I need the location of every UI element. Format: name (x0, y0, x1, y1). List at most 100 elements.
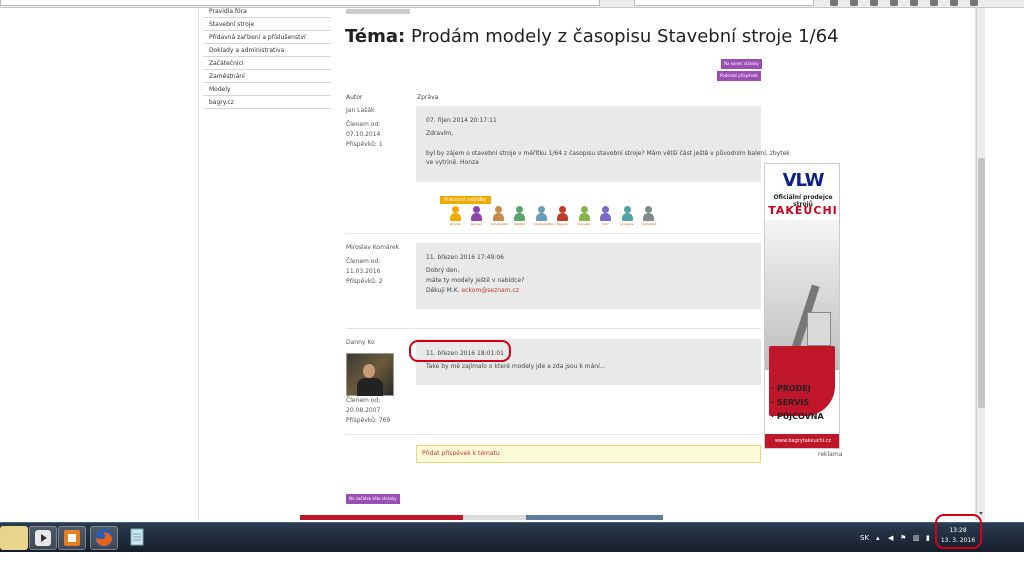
menu-item-jobs[interactable]: Zaměstnání (203, 70, 331, 83)
windows-taskbar: SK ▴ ◀ ⚑ ▥ ▮ 13:28 13. 3. 2016 (0, 522, 1024, 552)
post-text-line: ve vytrině. Honza (426, 159, 479, 166)
avatar-shirt (357, 378, 383, 396)
menu-item-models[interactable]: Modely (203, 83, 331, 96)
job-figure-icon[interactable]: servisní (470, 206, 484, 226)
author-name[interactable]: Danny Ko (346, 338, 375, 348)
post-text-line: Také by mě zajímalo o které modely jde a… (426, 363, 606, 370)
menu-icon[interactable] (970, 0, 978, 6)
footer-banner-red (300, 515, 463, 520)
go-to-top-button[interactable]: Na začátek této stránky (346, 494, 400, 504)
member-since-date: 20.08.2007 (346, 407, 381, 414)
job-figure-head (473, 206, 480, 213)
menu-item-bagry[interactable]: bagry.cz (203, 96, 331, 109)
bookmarks-icon[interactable] (850, 0, 858, 6)
job-figure-label: řidič (602, 222, 609, 226)
firefox-button[interactable] (90, 526, 118, 550)
job-figure-head (602, 206, 609, 213)
posts-count: Příspěvků: 2 (346, 278, 383, 285)
bookmark-star-icon[interactable] (830, 0, 838, 6)
job-figure-head (451, 206, 459, 213)
go-to-end-button[interactable]: Na konec stránky (721, 59, 762, 69)
web-page: Pravidla fóra Stavební stroje Přídavná z… (0, 8, 976, 520)
member-since-date: 07.10.2014 (346, 131, 381, 138)
job-offers-banner[interactable]: Pracovní nabídky strojník servisní konstru… (440, 196, 662, 230)
job-figure-body (578, 213, 590, 221)
job-figure-head (537, 206, 545, 213)
menu-item-documents[interactable]: Doklady a administrativa (203, 44, 331, 57)
network-icon[interactable]: ▥ (913, 523, 920, 553)
firefox-icon (95, 529, 113, 547)
job-figure-icon[interactable]: řidič (599, 206, 613, 226)
job-figure-icon[interactable]: konstruktér (491, 206, 509, 226)
member-since-label: Členem od: (346, 121, 381, 128)
menu-item-beginners[interactable]: Začátečníci (203, 57, 331, 70)
author-name[interactable]: Jan Lašák (346, 106, 383, 116)
job-figure-body (449, 213, 461, 221)
post-reply-button[interactable]: Podeslat příspěvek (717, 71, 761, 81)
page-scrollbar[interactable] (976, 8, 985, 520)
address-bar[interactable] (0, 0, 600, 6)
job-figure-label: prodejce (620, 222, 634, 226)
notepad-button[interactable] (123, 526, 151, 550)
member-since-date: 11.03.2016 (346, 268, 381, 275)
job-figure-icon[interactable]: strojník (448, 206, 462, 226)
post-text-sign: Děkuji M.K. (426, 287, 462, 294)
job-figure-body (492, 213, 504, 221)
advertisement-banner[interactable]: VLW Oficiální prodejce strojů TAKEUCHI ·… (764, 163, 840, 449)
post-date: 07. říjen 2014 20:17:11 (426, 117, 497, 124)
post-text-line: máte ty modely ještě v nabídce? (426, 277, 525, 284)
ad-excavator-image (765, 220, 839, 416)
job-figure-head (559, 206, 566, 213)
action-center-flag-icon[interactable]: ⚑ (900, 523, 906, 553)
job-figure-head (494, 206, 502, 213)
media-player-button[interactable] (29, 526, 57, 550)
job-figure-icon[interactable]: mechanizátor (534, 206, 555, 226)
avatar[interactable] (346, 353, 394, 396)
scrollbar-thumb[interactable] (978, 158, 985, 408)
post-separator (346, 328, 761, 329)
browser-search-box[interactable] (634, 0, 814, 6)
signal-icon[interactable]: ▮ (926, 523, 930, 553)
menu-item-rules[interactable]: Pravidla fóra (203, 8, 331, 18)
post-author-info: Danny Ko (346, 338, 375, 348)
job-figure-icon[interactable]: školitel (513, 206, 527, 226)
topic-title-prefix: Téma: (345, 26, 406, 47)
post-text-line: byl by zájem o stavební stroje v měřítku… (426, 150, 790, 157)
job-figure-icon[interactable]: marketink (642, 206, 657, 226)
office-button[interactable] (58, 526, 86, 550)
tray-up-arrow-icon[interactable]: ▴ (876, 523, 880, 553)
scroll-down-icon[interactable] (979, 512, 983, 515)
ad-logo: VLW (782, 170, 825, 191)
share-icon[interactable] (910, 0, 918, 6)
post-author-info: Jan Lašák Členem od: 07.10.2014 Příspěvk… (346, 106, 383, 150)
job-figure-label: konstruktér (491, 222, 509, 226)
ad-service-item: · PRODEJ (771, 384, 811, 393)
job-figure-icon[interactable]: manažer (577, 206, 591, 226)
volume-icon[interactable]: ◀ (888, 523, 893, 553)
member-since-label: Členem od: (346, 397, 381, 404)
folder-icon[interactable] (0, 526, 28, 550)
menu-item-machines[interactable]: Stavební stroje (203, 18, 331, 31)
job-figure-head (580, 206, 588, 213)
post-text-line: Dobrý den, (426, 267, 460, 274)
add-reply-link[interactable]: Přidat příspěvek k tématu (416, 445, 761, 463)
notepad-icon (130, 528, 144, 546)
job-figure-head (516, 206, 523, 213)
forum-category-menu: Pravidla fóra Stavební stroje Přídavná z… (203, 8, 331, 109)
media-player-icon (35, 530, 51, 546)
post-date: 11. březen 2016 17:49:06 (426, 254, 504, 261)
job-figure-head (623, 206, 631, 213)
sync-icon[interactable] (930, 0, 938, 6)
footer-banner-blue (526, 515, 663, 520)
job-figure-icon[interactable]: prodejce (620, 206, 634, 226)
job-figure-icon[interactable]: dispečer (556, 206, 570, 226)
ad-label: reklama (818, 451, 843, 458)
download-icon[interactable] (870, 0, 878, 6)
email-link[interactable]: eckom@seznam.cz (461, 287, 518, 294)
chat-icon[interactable] (950, 0, 958, 6)
job-figure-body (471, 213, 482, 221)
author-name[interactable]: Miroslav Komárek (346, 243, 399, 253)
home-icon[interactable] (890, 0, 898, 6)
menu-item-attachments[interactable]: Přídavná zařízení a příslušenství (203, 31, 331, 44)
language-indicator[interactable]: SK (860, 523, 869, 553)
